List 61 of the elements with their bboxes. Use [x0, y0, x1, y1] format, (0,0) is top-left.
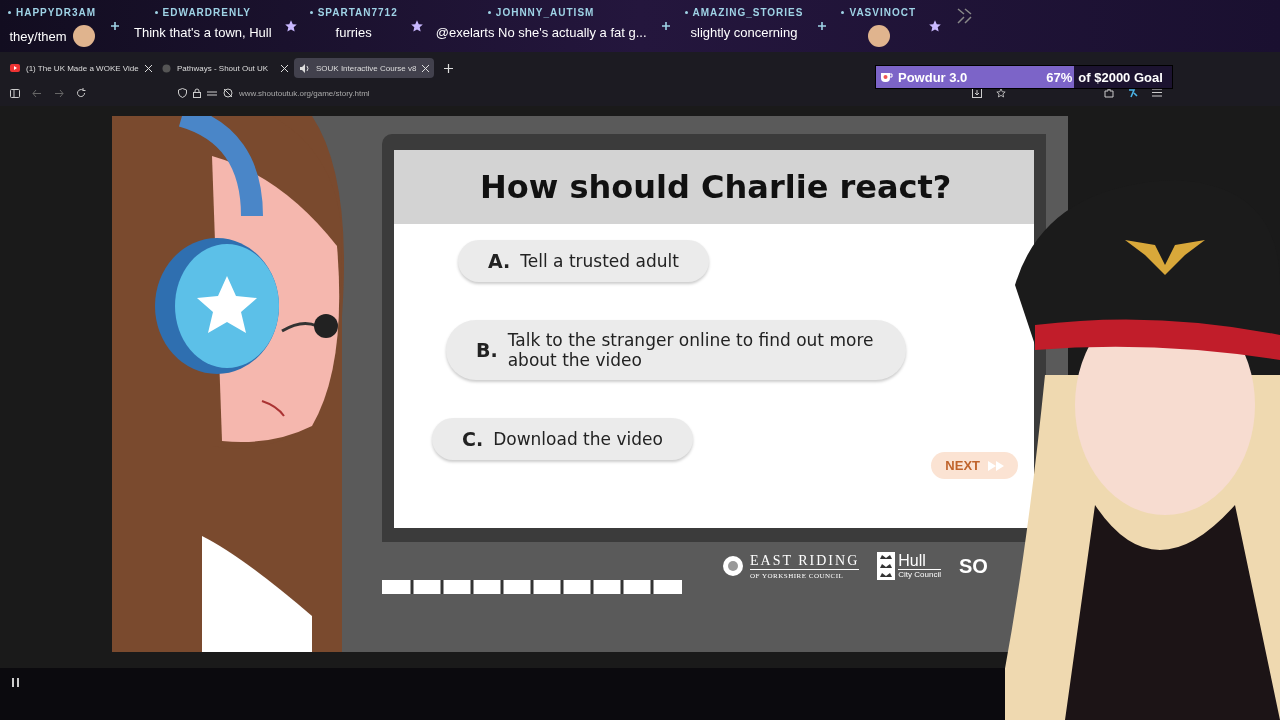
pause-icon[interactable] — [12, 677, 19, 687]
close-icon[interactable] — [144, 64, 152, 72]
menu-icon[interactable] — [1152, 88, 1162, 97]
chat-message: Think that's a town, Hull — [134, 25, 272, 40]
chat-message: they/them — [9, 28, 67, 44]
chat-username: HAPPYDR3AM — [16, 7, 96, 18]
answer-option[interactable]: B. Talk to the stranger online to find out more about the video — [446, 320, 906, 380]
dot-icon — [841, 11, 845, 14]
chat-username: AMAZING_STORIES — [692, 7, 804, 18]
sidebar-icon[interactable] — [10, 88, 20, 98]
logo-text: EAST RIDING — [750, 552, 860, 569]
plus-divider-icon — [111, 22, 119, 30]
download-icon[interactable] — [972, 88, 982, 98]
plus-divider-icon — [661, 22, 670, 30]
chat-message: @exelarts No she's actually a fat g... — [435, 25, 647, 40]
star-icon — [928, 19, 943, 33]
dot-icon — [8, 11, 11, 14]
forward-arrow-icon[interactable] — [54, 88, 64, 98]
browser-tab[interactable]: (1) The UK Made a WOKE Vide — [4, 58, 156, 78]
rose-emblem-icon — [722, 555, 744, 577]
star-icon — [409, 19, 424, 33]
site-icon — [162, 63, 171, 73]
plus-divider-icon — [818, 22, 827, 30]
speaker-icon — [300, 63, 310, 73]
chat-username: EDWARDRENLY — [162, 7, 252, 18]
permissions-icon[interactable] — [207, 88, 217, 98]
star-icon — [283, 19, 298, 33]
cup-icon — [880, 71, 894, 83]
fast-forward-icon — [988, 460, 1004, 471]
logo-text: SO — [958, 554, 988, 578]
chat-username: VASVINOCT — [849, 7, 917, 18]
chat-message: furries — [335, 25, 372, 40]
goal-name: Powdur 3.0 — [898, 69, 968, 85]
star-bookmark-icon[interactable] — [996, 88, 1006, 98]
question-title: How should Charlie react? — [394, 150, 1034, 224]
close-icon[interactable] — [422, 64, 430, 72]
chat-message: slightly concerning — [690, 25, 798, 40]
answer-option[interactable]: A. Tell a trusted adult — [458, 240, 709, 282]
dot-icon — [487, 11, 491, 14]
dot-icon — [684, 11, 688, 14]
back-arrow-icon[interactable] — [32, 88, 42, 98]
lock-icon[interactable] — [193, 88, 201, 98]
goal-text: of $2000 Goal — [1078, 69, 1163, 85]
answer-option[interactable]: C. Download the video — [432, 418, 693, 460]
reload-icon[interactable] — [76, 88, 86, 98]
dot-icon — [154, 11, 158, 14]
goal-percent: 67% — [1046, 69, 1074, 85]
browser-tab[interactable]: Pathways - Shout Out UK — [156, 58, 294, 78]
chat-username: JOHNNY_AUTISM — [495, 7, 595, 18]
video-play-icon — [10, 64, 20, 72]
chat-username: SPARTAN7712 — [317, 7, 398, 18]
logo-text: Hull — [898, 553, 941, 570]
dot-icon — [309, 11, 313, 14]
close-icon[interactable] — [281, 64, 288, 72]
crowns-crest-icon — [877, 552, 896, 580]
new-tab-plus-icon[interactable] — [444, 63, 453, 73]
logo-subtext: City Council — [898, 570, 941, 579]
url-text[interactable]: www.shoutoutuk.org/game/story.html — [239, 88, 370, 98]
browser-tab[interactable]: SOUK Interactive Course v8 — [294, 58, 434, 78]
shield-icon[interactable] — [178, 88, 187, 98]
tracking-blocked-icon[interactable] — [223, 88, 233, 98]
